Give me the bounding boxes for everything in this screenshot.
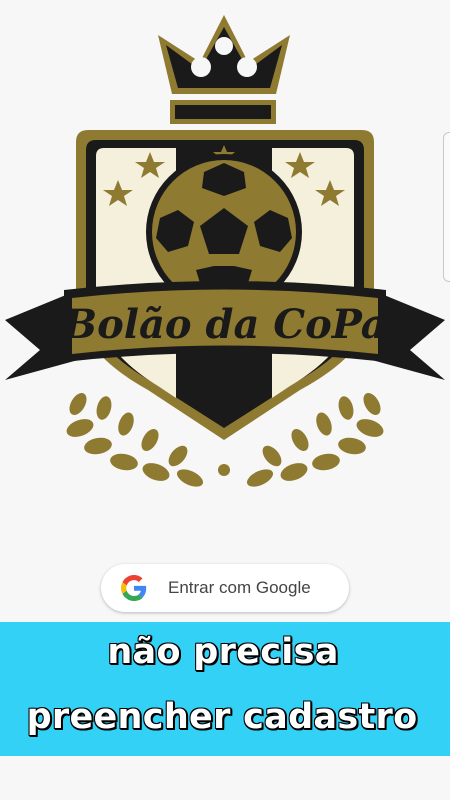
side-scroll-handle[interactable]	[443, 132, 450, 282]
bolao-da-copa-logo: Bolão da CoPa	[0, 0, 450, 500]
google-sign-in-button[interactable]: Entrar com Google	[101, 564, 349, 612]
crown-icon	[158, 15, 290, 124]
google-button-label: Entrar com Google	[168, 578, 311, 597]
promo-line-1: não precisa	[107, 632, 339, 672]
google-g-icon	[121, 575, 147, 601]
promo-banner: não precisa preencher cadastro	[0, 622, 450, 756]
promo-line-2: preencher cadastro	[26, 697, 418, 737]
logo-banner-text: Bolão da CoPa	[62, 301, 386, 348]
